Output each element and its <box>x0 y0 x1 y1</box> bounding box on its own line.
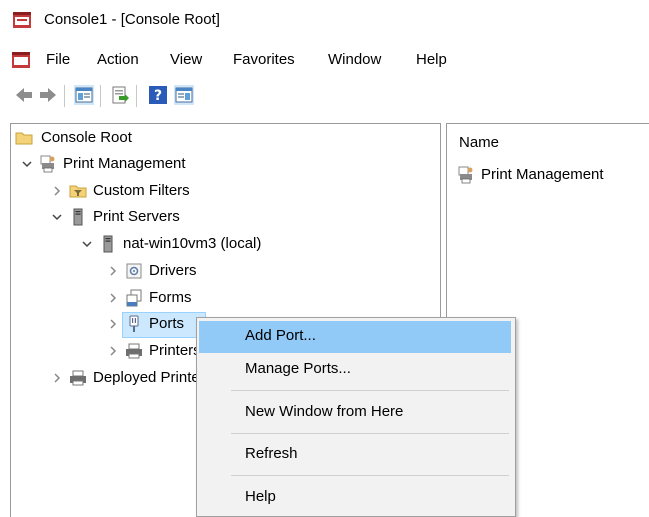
tree-node-print-servers[interactable]: Print Servers <box>51 207 351 231</box>
menu-item-new-window-from-here[interactable]: New Window from Here <box>199 397 511 429</box>
print-management-icon <box>40 155 55 173</box>
chevron-right-icon[interactable] <box>107 344 119 358</box>
tree-node-custom-filters[interactable]: Custom Filters <box>51 181 351 205</box>
tree-node-drivers[interactable]: Drivers <box>107 261 307 285</box>
menu-item-label: Refresh <box>245 445 298 462</box>
port-plug-icon <box>129 315 139 332</box>
toolbar-separator <box>64 85 65 107</box>
menu-item-label: Help <box>245 488 276 505</box>
menu-item-label: Add Port... <box>245 327 316 344</box>
menu-item-label: Manage Ports... <box>245 360 351 377</box>
menu-item-label: New Window from Here <box>245 403 404 420</box>
toolbar: ? <box>0 80 649 110</box>
toolbar-separator <box>100 85 101 107</box>
menu-view[interactable]: View <box>170 51 202 68</box>
chevron-down-icon[interactable] <box>51 210 63 224</box>
menu-separator <box>231 390 509 391</box>
help-icon[interactable]: ? <box>148 85 168 105</box>
menu-favorites[interactable]: Favorites <box>233 51 295 68</box>
console-menu-icon[interactable] <box>11 51 31 69</box>
menu-action[interactable]: Action <box>97 51 139 68</box>
console-app-icon <box>13 12 31 28</box>
menu-separator <box>231 475 509 476</box>
menu-separator <box>231 433 509 434</box>
chevron-right-icon[interactable] <box>107 291 119 305</box>
list-item[interactable]: Print Management <box>457 166 647 188</box>
tree-label: Drivers <box>149 262 197 279</box>
column-header-name[interactable]: Name <box>459 134 499 151</box>
chevron-right-icon[interactable] <box>51 184 63 198</box>
printer-icon <box>126 343 142 359</box>
menu-bar: File Action View Favorites Window Help <box>0 44 649 76</box>
forward-arrow-icon[interactable] <box>38 85 58 105</box>
chevron-down-icon[interactable] <box>21 157 33 171</box>
tree-label: Printers <box>149 342 201 359</box>
tree-node-server[interactable]: nat-win10vm3 (local) <box>81 234 381 258</box>
tree-label: Ports <box>149 315 185 332</box>
menu-item-add-port[interactable]: Add Port... <box>199 321 511 353</box>
list-item-label: Print Management <box>481 166 604 183</box>
chevron-right-icon[interactable] <box>107 264 119 278</box>
folder-icon <box>15 132 33 145</box>
window-title: Console1 - [Console Root] <box>44 11 220 28</box>
tree-label: Print Management <box>63 155 186 172</box>
export-list-icon[interactable] <box>110 85 130 105</box>
drivers-icon <box>126 263 142 279</box>
tree-label: Print Servers <box>93 208 180 225</box>
tree-label: Console Root <box>41 129 132 146</box>
server-icon <box>73 208 83 226</box>
show-hide-action-pane-icon[interactable] <box>174 85 194 105</box>
filter-folder-icon <box>69 185 87 198</box>
show-hide-console-tree-icon[interactable] <box>74 85 94 105</box>
menu-window[interactable]: Window <box>328 51 381 68</box>
context-menu: Add Port... Manage Ports... New Window f… <box>196 317 516 517</box>
toolbar-separator <box>136 85 137 107</box>
print-management-icon <box>458 166 473 184</box>
tree-label: Forms <box>149 289 192 306</box>
printer-icon <box>70 370 86 386</box>
chevron-right-icon[interactable] <box>51 371 63 385</box>
chevron-down-icon[interactable] <box>81 237 93 251</box>
tree-node-console-root[interactable]: Console Root <box>15 128 315 152</box>
menu-file[interactable]: File <box>46 51 70 68</box>
menu-item-manage-ports[interactable]: Manage Ports... <box>199 354 511 386</box>
tree-label: Deployed Printers <box>93 369 213 386</box>
tree-label: nat-win10vm3 (local) <box>123 235 262 252</box>
chevron-right-icon[interactable] <box>107 317 119 331</box>
tree-node-print-management[interactable]: Print Management <box>21 154 321 178</box>
back-arrow-icon[interactable] <box>14 85 34 105</box>
menu-item-refresh[interactable]: Refresh <box>199 439 511 471</box>
forms-icon <box>126 289 142 307</box>
svg-text:?: ? <box>154 88 162 104</box>
menu-help[interactable]: Help <box>416 51 447 68</box>
server-icon <box>103 235 113 253</box>
tree-label: Custom Filters <box>93 182 190 199</box>
menu-item-help[interactable]: Help <box>199 482 511 514</box>
title-bar: Console1 - [Console Root] <box>0 0 649 40</box>
tree-node-forms[interactable]: Forms <box>107 288 307 312</box>
